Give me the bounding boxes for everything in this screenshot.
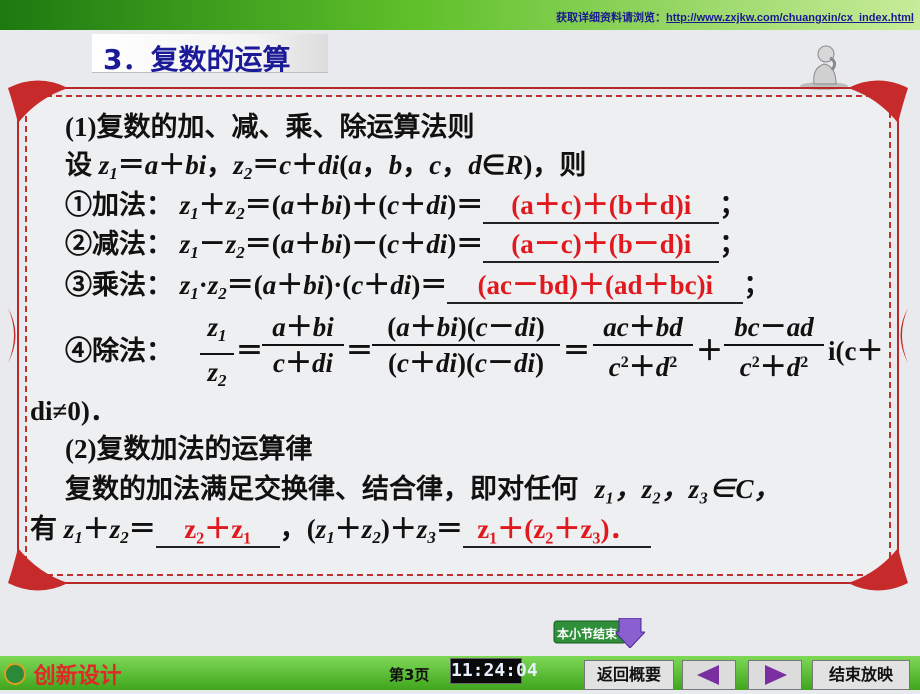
clock-display: 11:24:04: [450, 658, 538, 684]
define-prefix: 设: [65, 150, 92, 180]
law-statement: 复数的加法满足交换律、结合律，即对任何 z₁，z₂，z₃∈C，: [65, 472, 781, 506]
previous-slide-button[interactable]: [682, 660, 736, 690]
multiplication-rule: ③乘法： z1·z2＝(a＋bi)·(c＋di)＝ (ac－bd)＋(ad＋bc)…: [65, 270, 771, 304]
fraction-a-bi-over-c-di: a＋bi c＋di: [262, 312, 344, 378]
multiplication-answer: (ac－bd)＋(ad＋bc)i: [477, 270, 714, 300]
law-text: 复数的加法满足交换律、结合律，即对任何: [65, 474, 578, 504]
addition-rule: ①加法： z1＋z2＝(a＋bi)＋(c＋di)＝ (a＋c)＋(b＋d)i；: [65, 190, 747, 224]
fraction-expanded: (a＋bi)(c－di) (c＋di)(c－di): [372, 312, 560, 378]
section1-heading: (1)复数的加、减、乘、除运算法则: [65, 112, 475, 142]
subtraction-rule: ②减法： z1－z2＝(a＋bi)－(c＋di)＝ (a－c)＋(b－d)i；: [65, 229, 747, 263]
end-slideshow-button[interactable]: 结束放映: [812, 660, 910, 690]
fraction-real-part: ac＋bd c2＋d2: [593, 312, 693, 382]
next-slide-button[interactable]: [748, 660, 802, 690]
definition-line: 设 z1＝a＋bi，z2＝c＋di(a，b，c，d∈R)，则: [65, 150, 587, 183]
logo-icon: [4, 663, 26, 685]
law-set: z₁，z₂，z₃∈C，: [594, 474, 781, 504]
define-tail: ，则: [532, 150, 587, 180]
law-answer-commutative: z₂＋z₁: [184, 514, 252, 544]
end-section-button[interactable]: 本小节结束: [553, 617, 647, 649]
triangle-right-icon: [765, 665, 787, 685]
fraction-z1-over-z2: z1 z2: [200, 312, 234, 396]
slide-content: (1)复数的加、减、乘、除运算法则 设 z1＝a＋bi，z2＝c＋di(a，b，…: [0, 0, 920, 690]
back-to-overview-button[interactable]: 返回概要: [584, 660, 674, 690]
subtraction-answer: (a－c)＋(b－d)i: [511, 229, 692, 259]
addition-answer: (a＋c)＋(b＋d)i: [511, 190, 692, 220]
triangle-left-icon: [697, 665, 719, 685]
division-tail-2: di≠0)．: [30, 396, 117, 426]
fraction-imag-part: bc－ad c2＋d2: [724, 312, 824, 382]
logo-text: 创新设计: [33, 663, 122, 689]
law-equation: 有 z1＋z2＝ z₂＋z₁ ，(z1＋z2)＋z3＝ z₁＋(z₂＋z₃)．: [30, 512, 651, 555]
multiplication-label: ③乘法：: [65, 270, 173, 300]
section2-heading: (2)复数加法的运算律: [65, 434, 313, 464]
addition-label: ①加法：: [65, 190, 173, 220]
law-answer-associative: z₁＋(z₂＋z₃)．: [477, 514, 637, 544]
division-label: ④除法：: [65, 336, 173, 366]
law-prefix: 有: [30, 514, 57, 544]
division-tail-1: i(c＋: [828, 336, 884, 366]
subtraction-label: ②减法：: [65, 229, 173, 259]
logo: 创新设计: [4, 658, 122, 690]
end-section-label: 本小节结束: [557, 627, 618, 641]
page-number: 第3页: [389, 666, 430, 684]
